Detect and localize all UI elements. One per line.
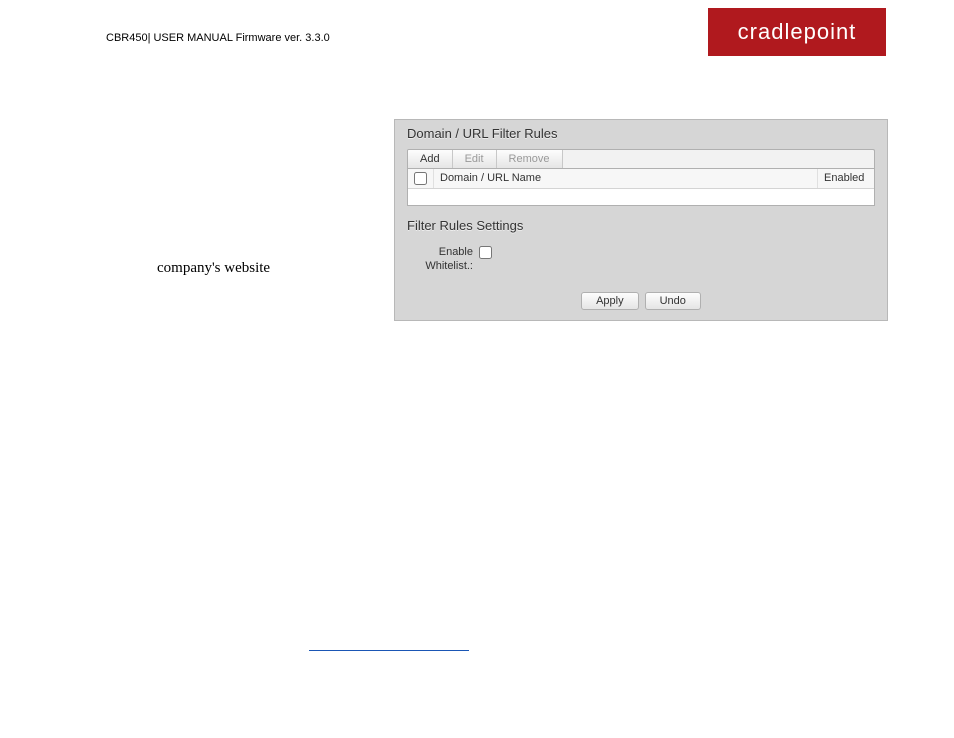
body-paragraph: company's website [157, 260, 270, 277]
undo-button[interactable]: Undo [645, 292, 701, 310]
table-header-enabled: Enabled [818, 169, 874, 188]
edit-button[interactable]: Edit [453, 150, 497, 168]
table-header-row: Domain / URL Name Enabled [408, 169, 874, 189]
enable-whitelist-checkbox[interactable] [479, 246, 492, 259]
enable-whitelist-label: Enable Whitelist.: [417, 245, 473, 274]
table-toolbar: Add Edit Remove [407, 149, 875, 168]
cradlepoint-logo: cradlepoint [708, 8, 886, 56]
table-body-empty [408, 189, 874, 205]
table-header-checkbox-cell [408, 169, 434, 188]
remove-button[interactable]: Remove [497, 150, 563, 168]
apply-button[interactable]: Apply [581, 292, 639, 310]
rules-table: Domain / URL Name Enabled [407, 168, 875, 206]
filter-rules-panel: Domain / URL Filter Rules Add Edit Remov… [394, 119, 888, 321]
header-text: CBR450| USER MANUAL Firmware ver. 3.3.0 [106, 32, 330, 44]
enable-whitelist-row: Enable Whitelist.: [417, 245, 865, 274]
rules-table-container: Add Edit Remove Domain / URL Name Enable… [407, 149, 875, 206]
section-title-filter-settings: Filter Rules Settings [395, 212, 887, 241]
section-title-domain-filter: Domain / URL Filter Rules [395, 120, 887, 149]
add-button[interactable]: Add [408, 150, 453, 168]
action-button-row: Apply Undo [395, 286, 887, 320]
select-all-checkbox[interactable] [414, 172, 427, 185]
hyperlink-underline[interactable] [309, 650, 469, 651]
table-header-name: Domain / URL Name [434, 169, 818, 188]
settings-body: Enable Whitelist.: [395, 241, 887, 286]
